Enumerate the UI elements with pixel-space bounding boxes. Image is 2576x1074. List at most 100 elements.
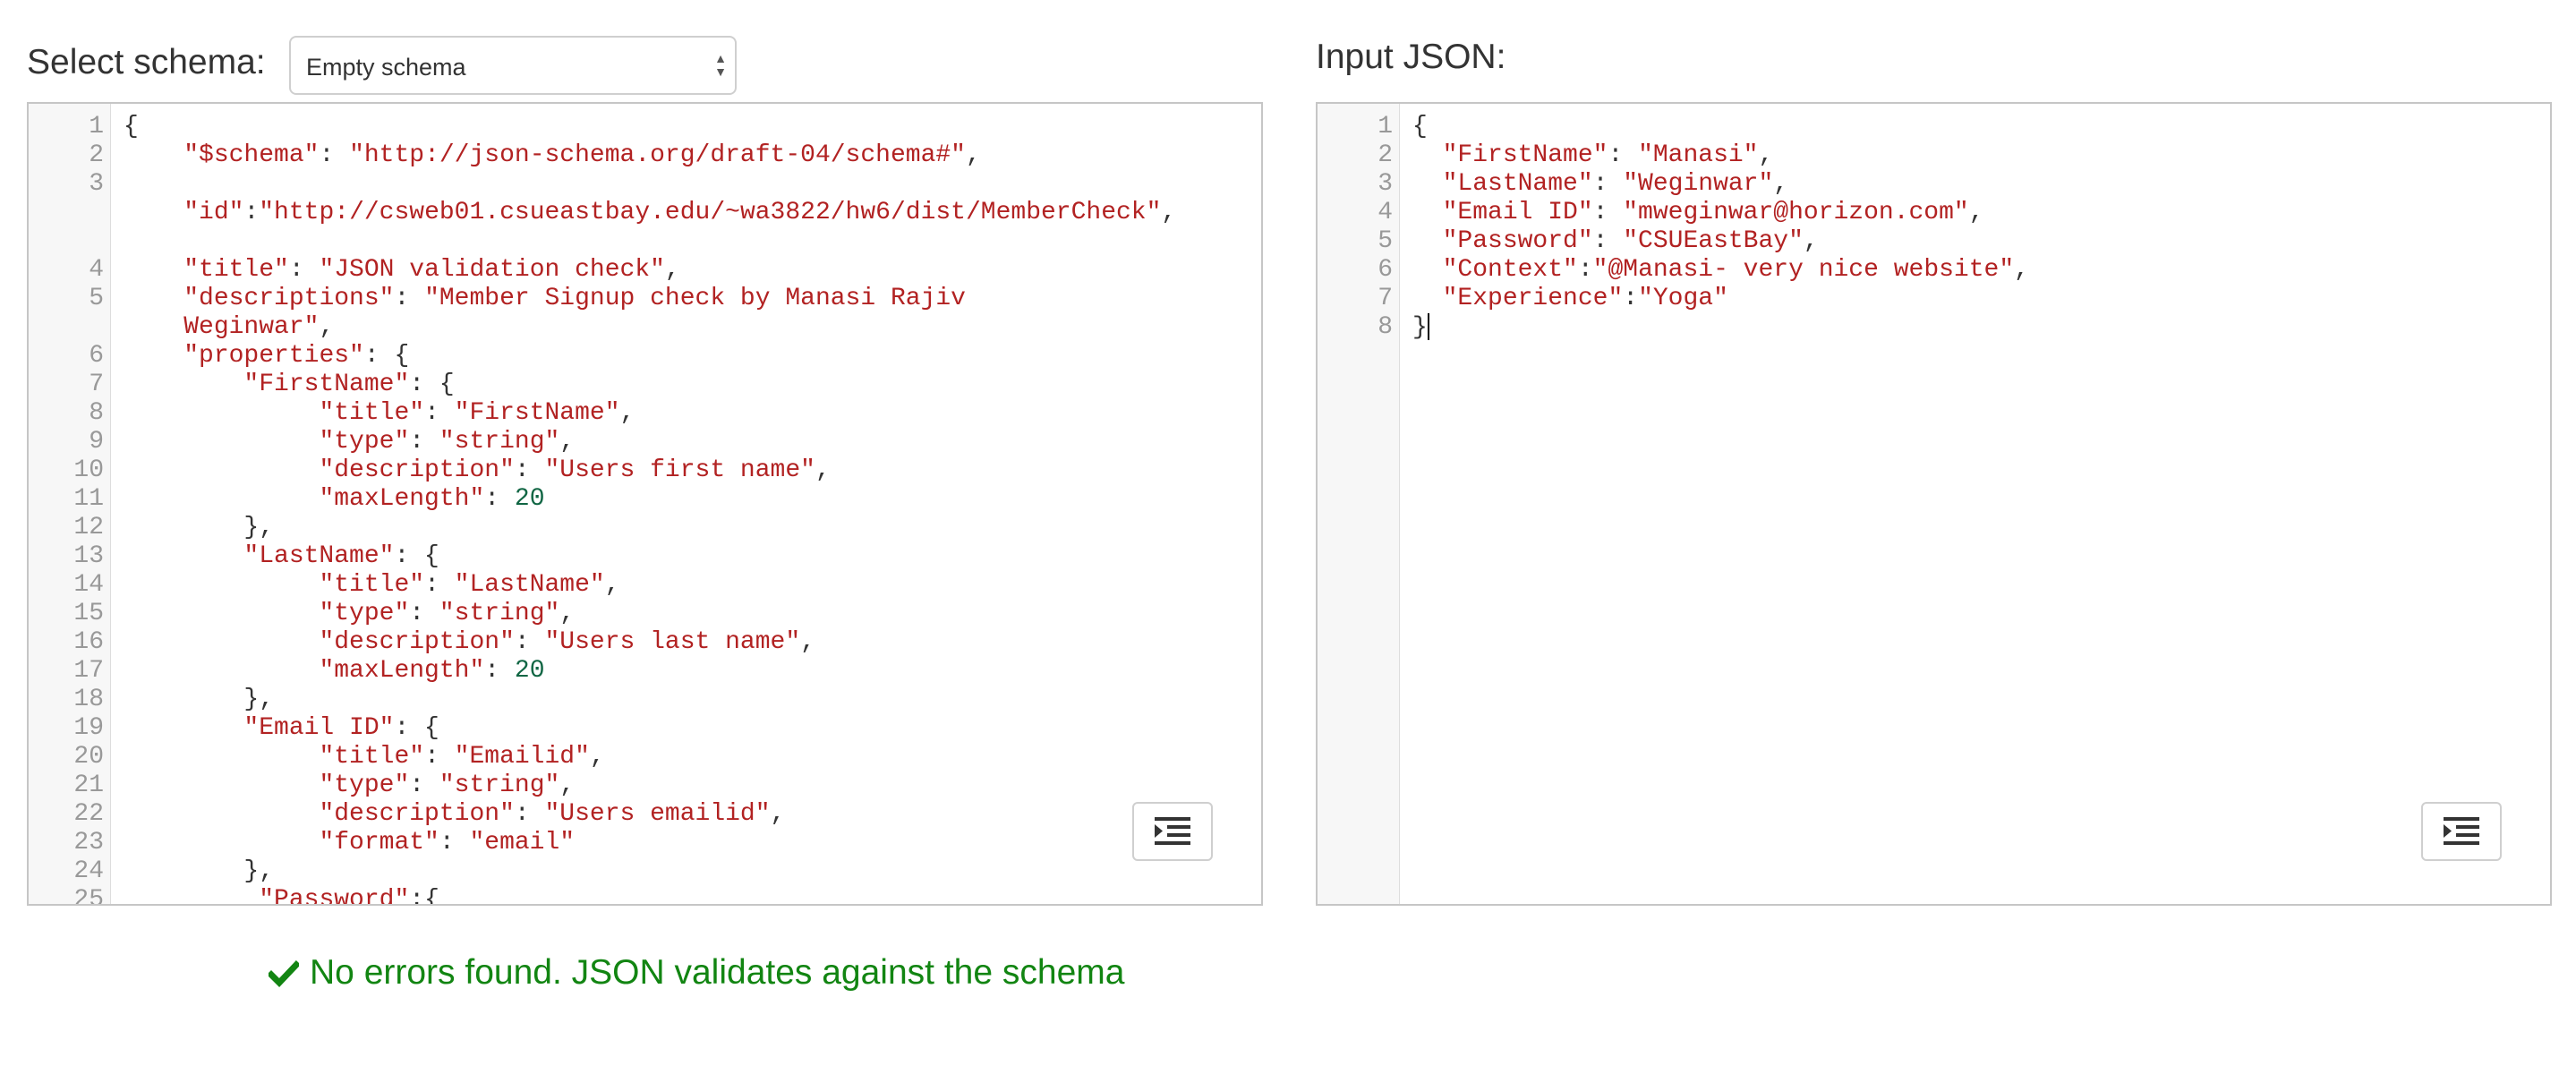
string-token: "description" [319, 800, 515, 828]
line-number: 24 [73, 857, 104, 885]
format-schema-button[interactable] [1132, 802, 1213, 861]
string-token: "format" [319, 829, 439, 857]
line-number: 2 [89, 141, 104, 169]
string-token: "description" [319, 456, 515, 484]
string-token: "type" [319, 771, 410, 799]
code-line: 8} [1318, 313, 2550, 342]
string-token: "type" [319, 600, 410, 627]
schema-select-value: Empty schema [306, 54, 466, 81]
line-number: 6 [1378, 256, 1393, 284]
line-number: 17 [73, 657, 104, 685]
punctuation-token: , [965, 141, 981, 169]
code-text: "Password":{ [124, 886, 1254, 906]
code-text: "description": "Users first name", [124, 456, 1254, 485]
punctuation-token: : { [394, 714, 439, 742]
code-line: 16 "description": "Users last name", [29, 628, 1261, 657]
line-number: 20 [73, 743, 104, 771]
input-json-editor[interactable]: 1{2 "FirstName": "Manasi", 3 "LastName": … [1316, 102, 2552, 906]
code-line: 23 "format": "email" [29, 829, 1261, 857]
punctuation-token: : [514, 800, 545, 828]
line-number: 7 [89, 371, 104, 398]
code-line: 7 "FirstName": { [29, 371, 1261, 399]
string-token: "http://csweb01.csueastbay.edu/~wa3822/h… [259, 199, 1162, 226]
code-text: "format": "email" [124, 829, 1254, 857]
select-arrows-icon: ▲ ▼ [714, 51, 727, 79]
schema-header: Select schema: Empty schema ▲ ▼ [27, 0, 1263, 102]
code-text: "Email ID": { [124, 714, 1254, 743]
code-text: "FirstName": "Manasi", [1412, 141, 2543, 170]
code-text: "descriptions": "Member Signup check by … [124, 285, 1254, 342]
punctuation-token: , [815, 456, 831, 484]
punctuation-token: , [1161, 199, 1177, 226]
line-number: 18 [73, 686, 104, 713]
code-text: "title": "FirstName", [124, 399, 1254, 428]
schema-editor[interactable]: 1{2 "$schema": "http://json-schema.org/d… [27, 102, 1263, 906]
punctuation-token: , [559, 771, 576, 799]
punctuation-token: : [1623, 285, 1639, 312]
punctuation-token [124, 571, 319, 599]
code-line: 8 "title": "FirstName", [29, 399, 1261, 428]
punctuation-token [1412, 199, 1443, 226]
punctuation-token: : [514, 628, 545, 656]
schema-code-lines: 1{2 "$schema": "http://json-schema.org/d… [29, 113, 1261, 906]
string-token: "maxLength" [319, 657, 485, 685]
string-token: "FirstName" [243, 371, 410, 398]
code-text: "FirstName": { [124, 371, 1254, 399]
code-line: 4 "Email ID": "mweginwar@horizon.com", [1318, 199, 2550, 227]
code-line: 11 "maxLength": 20 [29, 485, 1261, 514]
punctuation-token: : { [409, 371, 455, 398]
punctuation-token: , [1773, 170, 1789, 198]
punctuation-token: , [319, 313, 335, 341]
code-text: "id":"http://csweb01.csueastbay.edu/~wa3… [124, 170, 1254, 227]
line-number: 6 [89, 342, 104, 370]
string-token: "string" [439, 428, 560, 456]
punctuation-token: , [559, 428, 576, 456]
string-token: "Email ID" [1442, 199, 1593, 226]
punctuation-token [124, 829, 319, 857]
line-number: 8 [89, 399, 104, 427]
punctuation-token [124, 456, 319, 484]
punctuation-token: : [484, 485, 515, 513]
punctuation-token: : [1577, 256, 1593, 284]
punctuation-token: , [589, 743, 605, 771]
punctuation-token: , [770, 800, 786, 828]
code-text: "Password": "CSUEastBay", [1412, 227, 2543, 256]
indent-icon [2444, 817, 2479, 845]
punctuation-token: , [1968, 199, 1984, 226]
code-text: "type": "string", [124, 771, 1254, 800]
code-line: 20 "title": "Emailid", [29, 743, 1261, 771]
string-token: "Context" [1442, 256, 1578, 284]
punctuation-token: : [288, 256, 320, 284]
punctuation-token [124, 199, 183, 226]
punctuation-token: }, [124, 857, 275, 885]
line-number: 8 [1378, 313, 1393, 341]
code-text: } [1412, 313, 2543, 342]
code-line: 25 "Password":{ [29, 886, 1261, 906]
punctuation-token: : { [394, 542, 439, 570]
code-text: "description": "Users emailid", [124, 800, 1254, 829]
string-token: "title" [319, 743, 425, 771]
code-line: 1{ [1318, 113, 2550, 141]
code-text: "$schema": "http://json-schema.org/draft… [124, 141, 1254, 170]
string-token: "string" [439, 771, 560, 799]
string-token: "$schema" [183, 141, 320, 169]
string-token: "Emailid" [454, 743, 590, 771]
punctuation-token: : [1592, 170, 1624, 198]
line-number: 4 [89, 256, 104, 284]
code-line: 18 }, [29, 686, 1261, 714]
string-token: "Users first name" [544, 456, 815, 484]
punctuation-token: : [1608, 141, 1639, 169]
format-input-button[interactable] [2421, 802, 2502, 861]
line-number: 16 [73, 628, 104, 656]
code-line: 2 "FirstName": "Manasi", [1318, 141, 2550, 170]
line-number: 23 [73, 829, 104, 857]
punctuation-token: : [424, 399, 455, 427]
schema-select[interactable]: Empty schema ▲ ▼ [289, 36, 737, 95]
string-token: "Manasi" [1638, 141, 1759, 169]
punctuation-token [1412, 170, 1443, 198]
string-token: "Password" [259, 886, 410, 906]
line-number: 1 [89, 113, 104, 141]
string-token: "title" [183, 256, 289, 284]
string-token: "Yoga" [1638, 285, 1728, 312]
code-text: "LastName": "Weginwar", [1412, 170, 2543, 199]
